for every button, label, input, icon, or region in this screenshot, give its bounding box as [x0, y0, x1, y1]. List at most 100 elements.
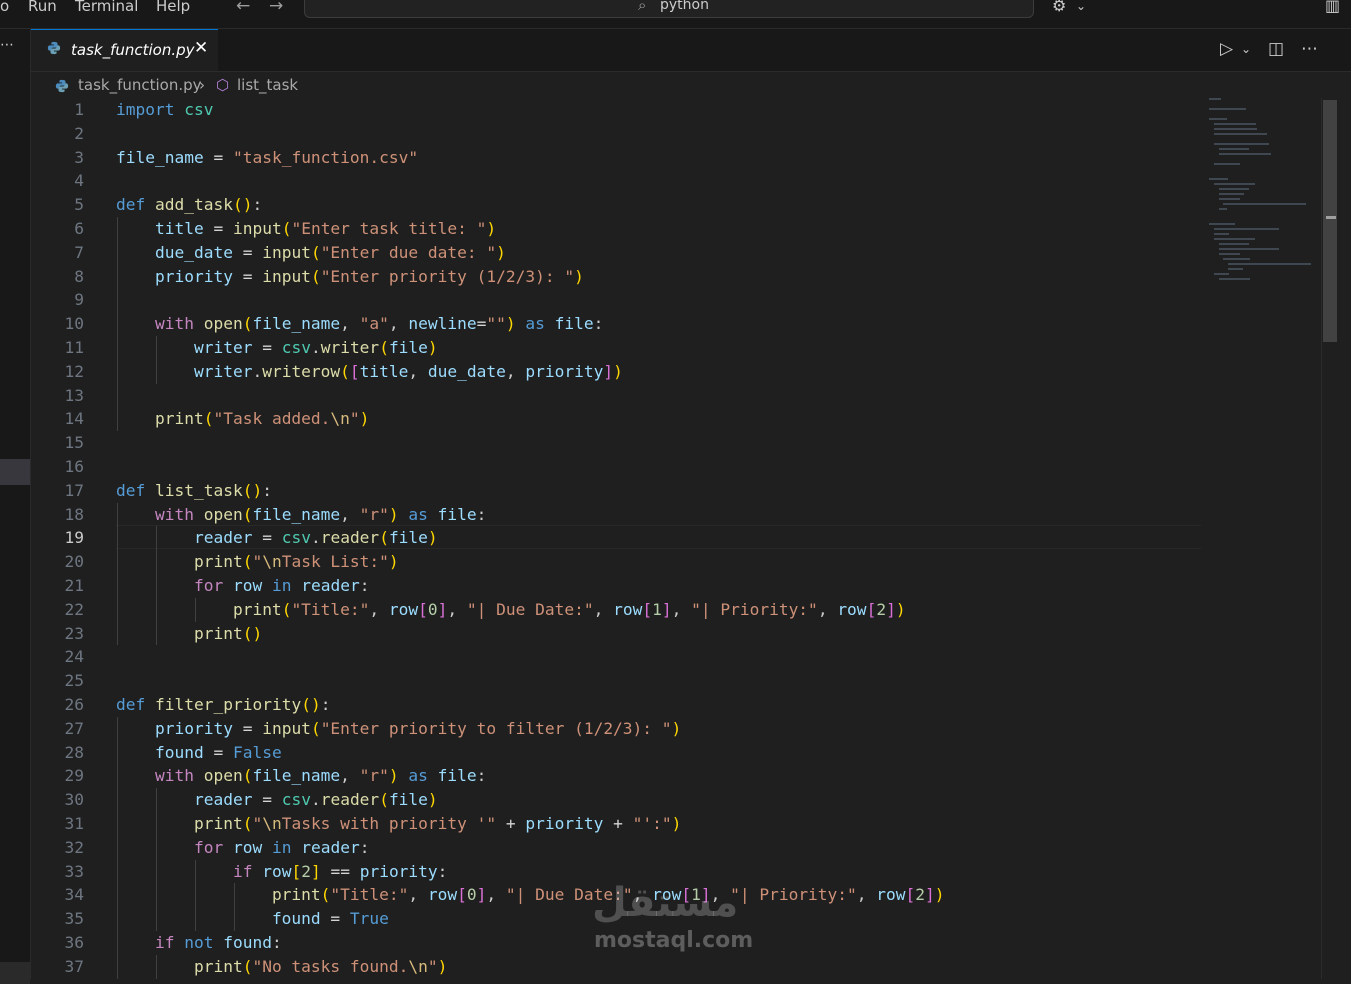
- sidebar-selected-item[interactable]: [0, 459, 30, 485]
- code-line[interactable]: 2: [31, 122, 1201, 146]
- line-number: 13: [64, 385, 85, 405]
- code-line[interactable]: 17 def list_task():: [31, 479, 1201, 503]
- line-code: print("Task added.\n"): [154, 409, 370, 429]
- breadcrumb-symbol[interactable]: list_task: [237, 76, 298, 94]
- copilot-icon[interactable]: ⚙: [1052, 0, 1066, 15]
- code-line[interactable]: 30 reader = csv.reader(file): [31, 788, 1201, 812]
- breadcrumb-separator: ›: [199, 76, 205, 94]
- line-number: 33: [64, 861, 85, 881]
- tab-task-function[interactable]: task_function.py ✕: [31, 29, 218, 71]
- code-line[interactable]: 31 print("\nTasks with priority '" + pri…: [31, 812, 1201, 836]
- code-line[interactable]: 25: [31, 669, 1201, 693]
- line-code: def filter_priority():: [116, 695, 331, 714]
- code-line[interactable]: 20 print("\nTask List:"): [31, 550, 1201, 574]
- line-number: 17: [64, 480, 85, 500]
- minimap-line: [1213, 238, 1255, 240]
- run-icon[interactable]: ▷: [1220, 39, 1233, 59]
- minimap-line: [1218, 148, 1249, 150]
- command-center[interactable]: ⌕ python: [304, 0, 1034, 18]
- code-line[interactable]: 24: [31, 645, 1201, 669]
- minimap-line: [1213, 233, 1230, 235]
- back-arrow-icon[interactable]: ←: [236, 0, 250, 16]
- code-line[interactable]: 5 def add_task():: [31, 193, 1201, 217]
- line-code: writer.writerow([title, due_date, priori…: [193, 361, 623, 381]
- watermark-arabic: مستقل: [592, 880, 739, 926]
- code-line[interactable]: 3 file_name = "task_function.csv": [31, 146, 1201, 170]
- line-code: print("Title:", row[0], "| Due Date:", r…: [271, 885, 945, 905]
- more-actions-icon[interactable]: ⋯: [1301, 39, 1318, 59]
- minimap-line: [1213, 143, 1269, 145]
- minimap-line: [1228, 263, 1311, 265]
- line-number: 18: [64, 504, 85, 524]
- code-line[interactable]: 14 print("Task added.\n"): [31, 407, 1201, 431]
- code-line[interactable]: 12 writer.writerow([title, due_date, pri…: [31, 360, 1201, 384]
- code-line[interactable]: 29 with open(file_name, "r") as file:: [31, 764, 1201, 788]
- code-line[interactable]: 21 for row in reader:: [31, 574, 1201, 598]
- minimap-line: [1218, 193, 1244, 195]
- code-line[interactable]: 9: [31, 288, 1201, 312]
- minimap-line: [1213, 183, 1255, 185]
- cube-icon: ⬡: [216, 76, 230, 94]
- code-line[interactable]: 26 def filter_priority():: [31, 693, 1201, 717]
- code-line[interactable]: 32 for row in reader:: [31, 836, 1201, 860]
- code-line[interactable]: 19 reader = csv.reader(file): [31, 526, 1201, 550]
- line-number: 20: [64, 552, 85, 572]
- line-code: reader = csv.reader(file): [193, 528, 438, 548]
- line-number: 5: [74, 195, 84, 215]
- code-line[interactable]: 27 priority = input("Enter priority to f…: [31, 717, 1201, 741]
- scrollbar-thumb[interactable]: [1323, 100, 1337, 342]
- code-line[interactable]: 13: [31, 384, 1201, 408]
- split-editor-icon[interactable]: ◫: [1268, 39, 1284, 59]
- code-line[interactable]: 8 priority = input("Enter priority (1/2/…: [31, 265, 1201, 289]
- line-code: def list_task():: [116, 480, 272, 500]
- minimap-line: [1223, 203, 1307, 205]
- menu-partial[interactable]: o: [0, 0, 9, 15]
- line-code: with open(file_name, "r") as file:: [154, 766, 487, 786]
- tab-bar: task_function.py ✕ ▷ ⌄ ◫ ⋯: [31, 29, 1351, 72]
- more-icon[interactable]: ⋯: [0, 37, 14, 53]
- code-line[interactable]: 18 with open(file_name, "r") as file:: [31, 503, 1201, 527]
- code-line[interactable]: 28 found = False: [31, 741, 1201, 765]
- line-number: 27: [64, 718, 85, 738]
- forward-arrow-icon[interactable]: →: [269, 0, 283, 16]
- chevron-down-icon[interactable]: ⌄: [1241, 42, 1251, 56]
- breadcrumb-file[interactable]: task_function.py: [78, 76, 202, 94]
- code-line[interactable]: 7 due_date = input("Enter due date: "): [31, 241, 1201, 265]
- menu-run[interactable]: Run: [28, 0, 57, 15]
- line-number: 28: [64, 742, 85, 762]
- minimap-line: [1218, 208, 1227, 210]
- code-editor[interactable]: 1 import csv 2 3 file_name = "task_function.…: [31, 98, 1321, 979]
- code-line[interactable]: 6 title = input("Enter task title: "): [31, 217, 1201, 241]
- line-number: 9: [74, 290, 84, 310]
- code-line[interactable]: 1 import csv: [31, 98, 1201, 122]
- line-number: 16: [64, 457, 85, 476]
- vertical-scrollbar[interactable]: [1321, 98, 1338, 979]
- minimap-line: [1218, 253, 1241, 255]
- code-line[interactable]: 10 with open(file_name, "a", newline="")…: [31, 312, 1201, 336]
- sidebar-item[interactable]: [0, 962, 30, 984]
- line-code: print("Title:", row[0], "| Due Date:", r…: [232, 599, 906, 619]
- menu-terminal[interactable]: Terminal: [75, 0, 138, 15]
- code-line[interactable]: 16: [31, 455, 1201, 479]
- layout-icon[interactable]: ▥: [1325, 0, 1340, 15]
- menu-help[interactable]: Help: [156, 0, 190, 15]
- code-line[interactable]: 22 print("Title:", row[0], "| Due Date:"…: [31, 598, 1201, 622]
- code-line[interactable]: 23 print(): [31, 622, 1201, 646]
- close-icon[interactable]: ✕: [194, 38, 208, 58]
- watermark-latin: mostaql.com: [594, 928, 754, 953]
- code-line[interactable]: 11 writer = csv.writer(file): [31, 336, 1201, 360]
- code-line[interactable]: 4: [31, 169, 1201, 193]
- line-number: 30: [64, 790, 85, 810]
- line-number: 12: [64, 361, 85, 381]
- line-number: 2: [74, 123, 84, 143]
- line-number: 34: [64, 885, 85, 905]
- minimap[interactable]: [1205, 98, 1315, 298]
- minimap-line: [1213, 163, 1241, 165]
- line-number: 26: [64, 695, 85, 714]
- chevron-down-icon[interactable]: ⌄: [1076, 0, 1086, 13]
- code-line[interactable]: 15: [31, 431, 1201, 455]
- line-code: with open(file_name, "a", newline="") as…: [154, 314, 604, 334]
- line-code: print("\nTask List:"): [193, 552, 399, 572]
- minimap-line: [1209, 223, 1236, 225]
- python-icon: [47, 41, 61, 55]
